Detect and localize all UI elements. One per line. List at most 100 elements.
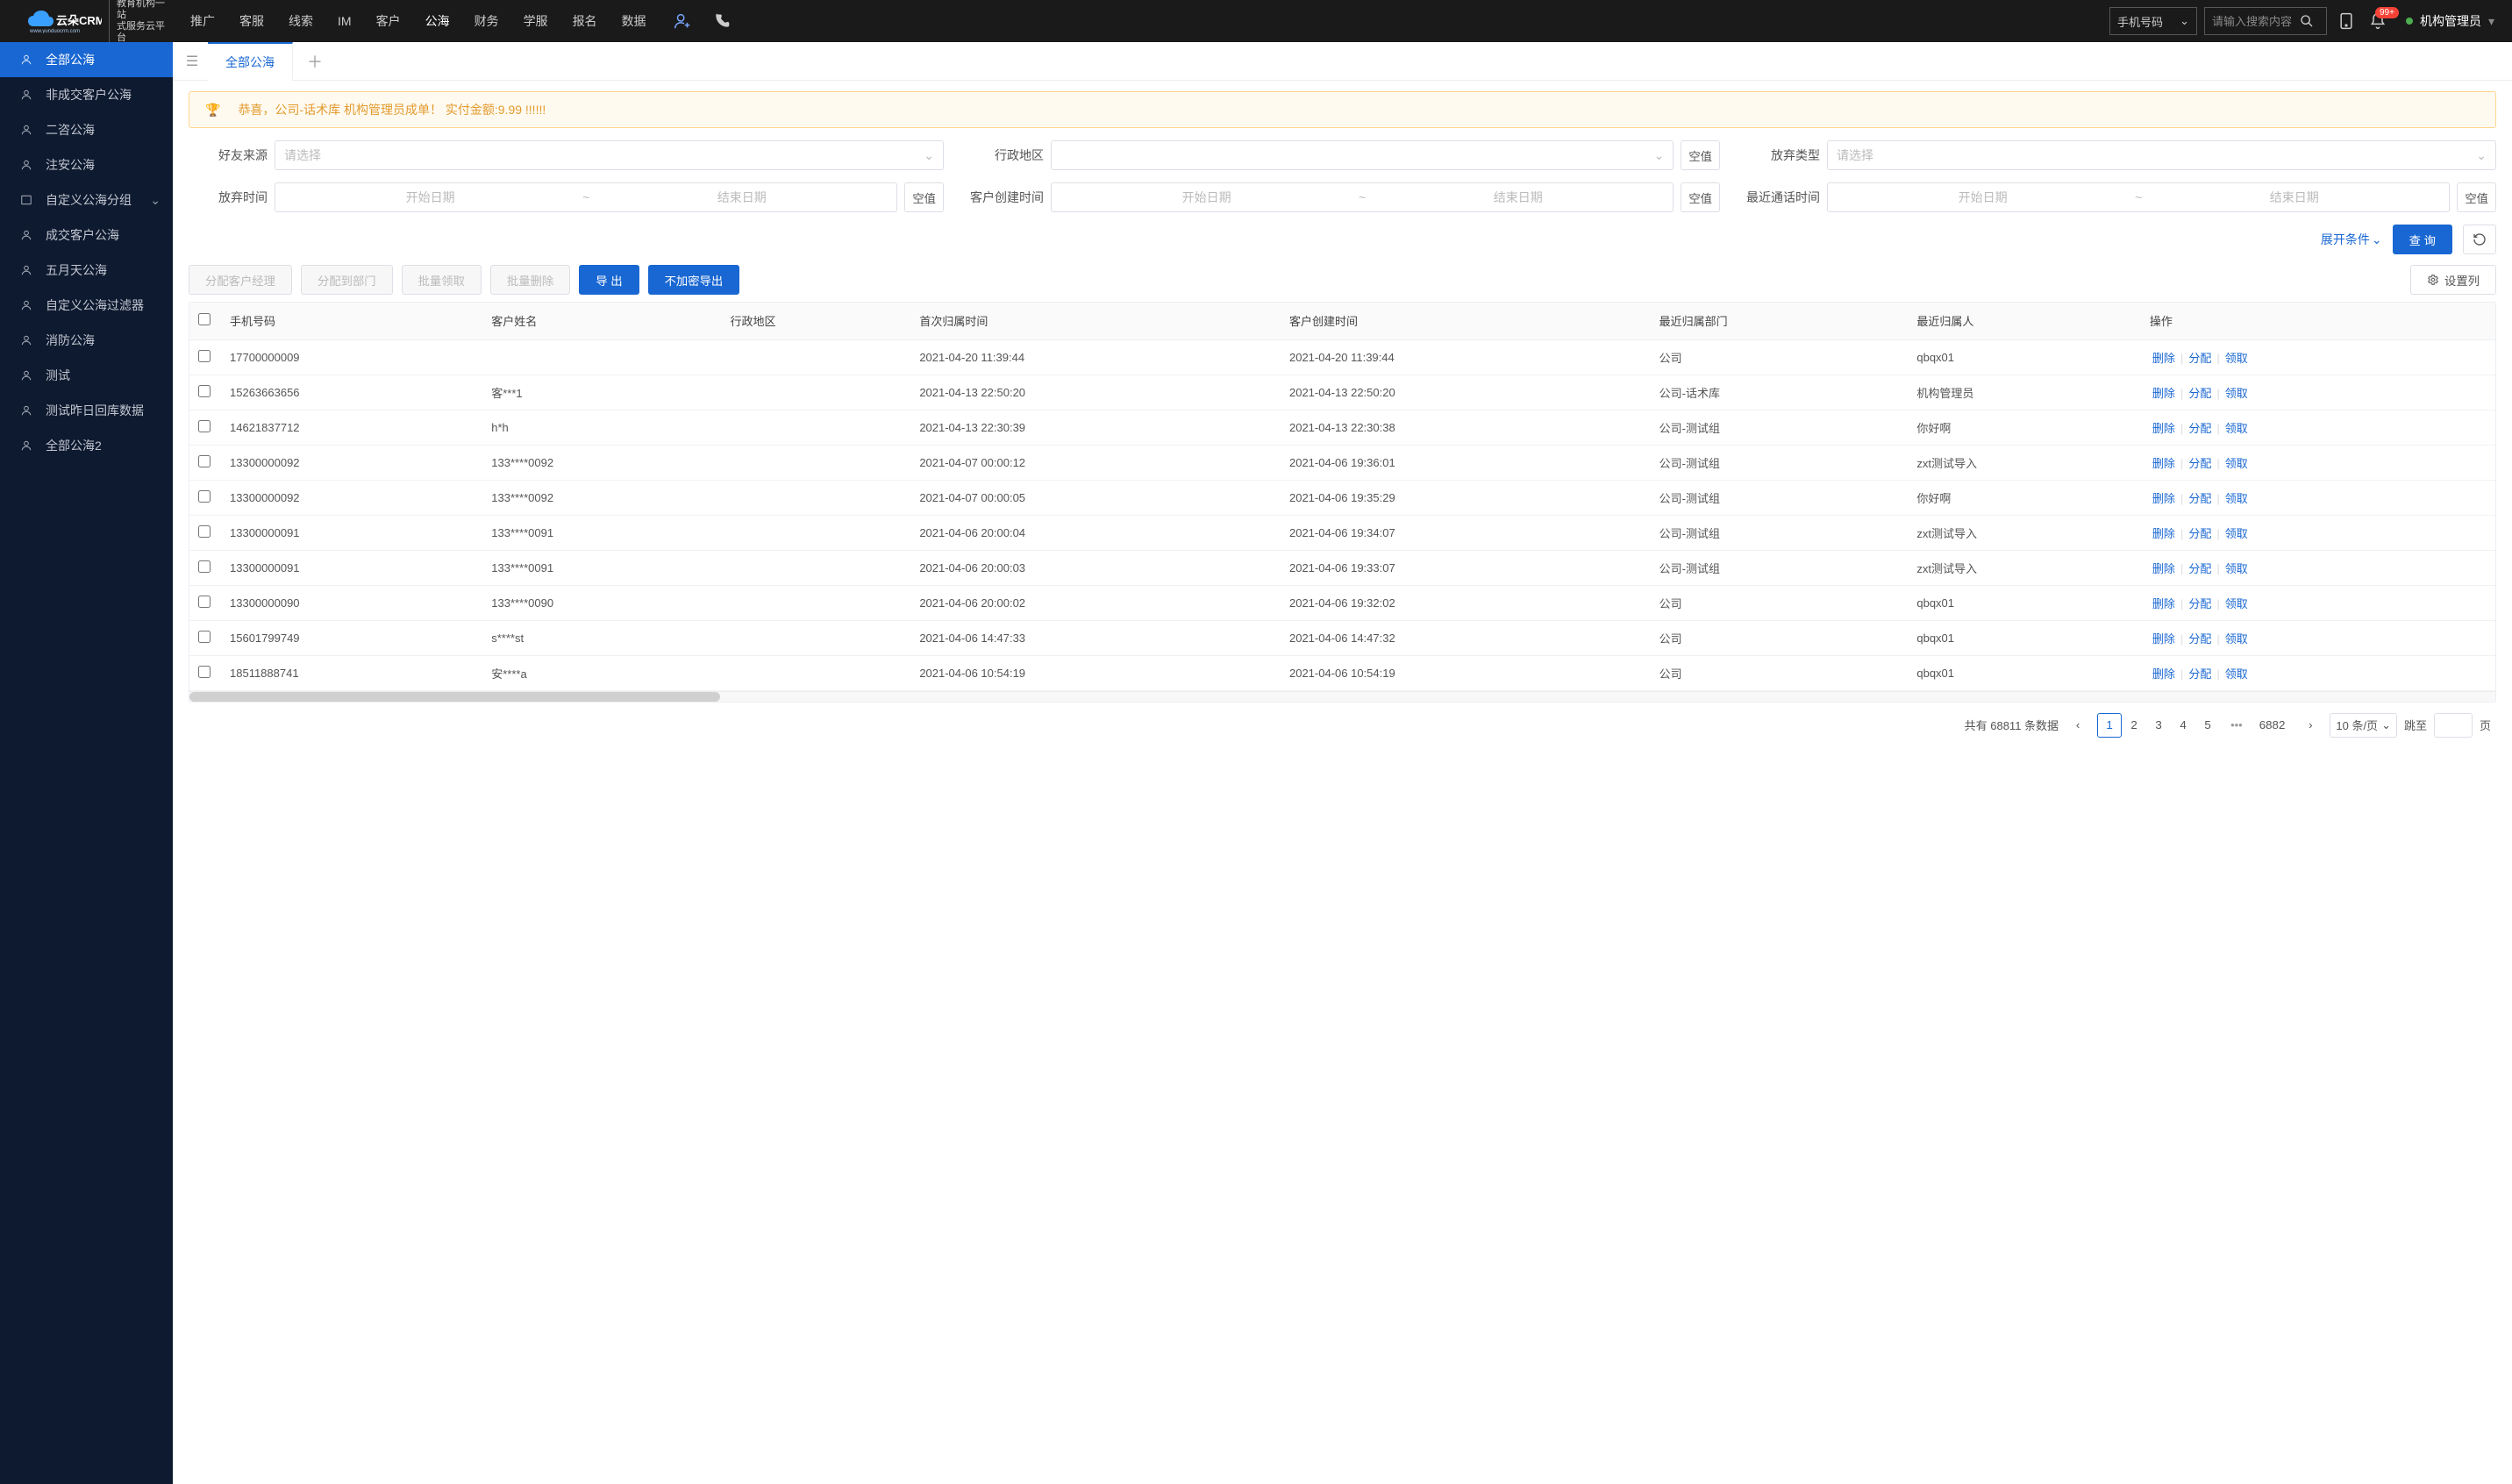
row-checkbox[interactable]	[198, 525, 211, 538]
row-checkbox[interactable]	[198, 420, 211, 432]
row-assign-link[interactable]: 分配	[2186, 387, 2214, 400]
row-delete-link[interactable]: 删除	[2150, 667, 2178, 681]
row-delete-link[interactable]: 删除	[2150, 492, 2178, 505]
config-columns-button[interactable]: 设置列	[2410, 265, 2496, 295]
row-assign-link[interactable]: 分配	[2186, 597, 2214, 610]
sidebar-item-测试[interactable]: 测试	[0, 358, 173, 393]
null-value-button[interactable]: 空值	[2457, 182, 2496, 212]
row-delete-link[interactable]: 删除	[2150, 387, 2178, 400]
row-delete-link[interactable]: 删除	[2150, 457, 2178, 470]
row-assign-link[interactable]: 分配	[2186, 527, 2214, 540]
null-value-button[interactable]: 空值	[1681, 140, 1720, 170]
nav-财务[interactable]: 财务	[464, 0, 510, 42]
assign-manager-button[interactable]: 分配客户经理	[189, 265, 292, 295]
row-delete-link[interactable]: 删除	[2150, 597, 2178, 610]
row-assign-link[interactable]: 分配	[2186, 562, 2214, 575]
nav-数据[interactable]: 数据	[611, 0, 657, 42]
query-button[interactable]: 查 询	[2393, 225, 2452, 254]
sidebar-item-自定义公海过滤器[interactable]: 自定义公海过滤器	[0, 288, 173, 323]
row-delete-link[interactable]: 删除	[2150, 422, 2178, 435]
null-value-button[interactable]: 空值	[1681, 182, 1720, 212]
row-checkbox[interactable]	[198, 596, 211, 608]
batch-claim-button[interactable]: 批量领取	[402, 265, 482, 295]
sidebar-item-全部公海[interactable]: 全部公海	[0, 42, 173, 77]
sidebar-item-注安公海[interactable]: 注安公海	[0, 147, 173, 182]
row-delete-link[interactable]: 删除	[2150, 632, 2178, 646]
row-assign-link[interactable]: 分配	[2186, 667, 2214, 681]
export-button[interactable]: 导 出	[579, 265, 639, 295]
sidebar-item-非成交客户公海[interactable]: 非成交客户公海	[0, 77, 173, 112]
last-page-button[interactable]: 6882	[2253, 713, 2292, 738]
sidebar-item-自定义公海分组[interactable]: 自定义公海分组⌄	[0, 182, 173, 218]
row-assign-link[interactable]: 分配	[2186, 457, 2214, 470]
row-checkbox[interactable]	[198, 560, 211, 573]
select-all-checkbox[interactable]	[198, 313, 211, 325]
search-type-select[interactable]: 手机号码 ⌄	[2109, 7, 2197, 35]
row-delete-link[interactable]: 删除	[2150, 527, 2178, 540]
row-assign-link[interactable]: 分配	[2186, 632, 2214, 646]
row-checkbox[interactable]	[198, 350, 211, 362]
nav-客户[interactable]: 客户	[366, 0, 411, 42]
sidebar-item-二咨公海[interactable]: 二咨公海	[0, 112, 173, 147]
abandon-type-select[interactable]: 请选择 ⌄	[1827, 140, 2496, 170]
sidebar-item-全部公海2[interactable]: 全部公海2	[0, 428, 173, 463]
row-claim-link[interactable]: 领取	[2223, 422, 2251, 435]
jump-page-input[interactable]	[2434, 713, 2473, 738]
nav-推广[interactable]: 推广	[180, 0, 225, 42]
admin-area-select[interactable]: ⌄	[1051, 140, 1673, 170]
row-claim-link[interactable]: 领取	[2223, 597, 2251, 610]
logo[interactable]: 云朵CRMwww.yunduocrm.com 教育机构一站式服务云平台	[0, 0, 173, 42]
tabs-collapse-icon[interactable]: ☰	[176, 53, 208, 70]
row-checkbox[interactable]	[198, 455, 211, 467]
row-delete-link[interactable]: 删除	[2150, 352, 2178, 365]
horizontal-scrollbar[interactable]	[189, 691, 2495, 702]
row-assign-link[interactable]: 分配	[2186, 492, 2214, 505]
row-assign-link[interactable]: 分配	[2186, 352, 2214, 365]
abandon-time-range[interactable]: 开始日期 ~ 结束日期	[275, 182, 897, 212]
friend-source-select[interactable]: 请选择 ⌄	[275, 140, 944, 170]
next-page-button[interactable]: ›	[2298, 713, 2323, 738]
row-claim-link[interactable]: 领取	[2223, 492, 2251, 505]
row-claim-link[interactable]: 领取	[2223, 352, 2251, 365]
row-claim-link[interactable]: 领取	[2223, 562, 2251, 575]
user-menu[interactable]: 机构管理员 ▾	[2406, 12, 2494, 30]
tablet-icon[interactable]	[2334, 12, 2359, 30]
scrollbar-thumb[interactable]	[189, 692, 720, 702]
page-5[interactable]: 5	[2195, 713, 2220, 738]
add-user-icon[interactable]	[664, 11, 701, 31]
page-3[interactable]: 3	[2146, 713, 2171, 738]
search-icon[interactable]	[2300, 14, 2314, 28]
row-assign-link[interactable]: 分配	[2186, 422, 2214, 435]
row-checkbox[interactable]	[198, 631, 211, 643]
null-value-button[interactable]: 空值	[904, 182, 944, 212]
row-claim-link[interactable]: 领取	[2223, 527, 2251, 540]
tab-add-button[interactable]: ＋	[293, 50, 337, 73]
prev-page-button[interactable]: ‹	[2066, 713, 2090, 738]
sidebar-item-消防公海[interactable]: 消防公海	[0, 323, 173, 358]
assign-dept-button[interactable]: 分配到部门	[301, 265, 393, 295]
row-claim-link[interactable]: 领取	[2223, 457, 2251, 470]
search-input[interactable]	[2212, 15, 2300, 28]
page-1[interactable]: 1	[2097, 713, 2122, 738]
last-call-range[interactable]: 开始日期 ~ 结束日期	[1827, 182, 2450, 212]
nav-学服[interactable]: 学服	[513, 0, 559, 42]
nav-报名[interactable]: 报名	[562, 0, 608, 42]
page-4[interactable]: 4	[2171, 713, 2195, 738]
tab-all-public[interactable]: 全部公海	[208, 42, 293, 81]
bell-icon[interactable]: 99+	[2366, 12, 2390, 30]
row-claim-link[interactable]: 领取	[2223, 632, 2251, 646]
page-2[interactable]: 2	[2122, 713, 2146, 738]
expand-filters-link[interactable]: 展开条件 ⌄	[2321, 231, 2382, 248]
phone-icon[interactable]	[704, 12, 739, 30]
nav-线索[interactable]: 线索	[278, 0, 324, 42]
sidebar-item-测试昨日回库数据[interactable]: 测试昨日回库数据	[0, 393, 173, 428]
refresh-button[interactable]	[2463, 225, 2496, 254]
nav-客服[interactable]: 客服	[229, 0, 275, 42]
nav-公海[interactable]: 公海	[415, 0, 460, 42]
nav-IM[interactable]: IM	[327, 0, 362, 42]
create-time-range[interactable]: 开始日期 ~ 结束日期	[1051, 182, 1673, 212]
batch-delete-button[interactable]: 批量删除	[490, 265, 570, 295]
export-no-mask-button[interactable]: 不加密导出	[648, 265, 740, 295]
row-checkbox[interactable]	[198, 385, 211, 397]
sidebar-item-成交客户公海[interactable]: 成交客户公海	[0, 218, 173, 253]
